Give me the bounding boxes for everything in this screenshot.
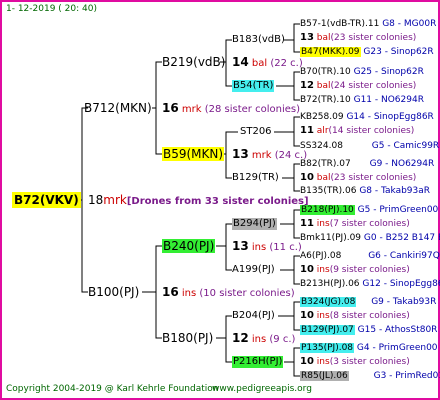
root-queen[interactable]: B72(VKV) bbox=[12, 192, 81, 208]
report-date: 1- 12-2019 ( 20: 40) bbox=[6, 4, 97, 14]
gen4-1-mother: B72(TR).10 G11 - NO6294R bbox=[300, 95, 424, 105]
gen4-2-parent: KB258.09 G14 - SinopEgg86R bbox=[300, 112, 434, 122]
gen4-0-drones: 13 bal(23 sister colonies) bbox=[300, 32, 417, 43]
gen4-6-drones: 10 ins(8 sister colonies) bbox=[300, 310, 410, 321]
gen4-0-parent: B57-1(vdB-TR).11 G8 - MG00R bbox=[300, 19, 437, 29]
queen-gen3-0[interactable]: B183(vdB) bbox=[232, 34, 285, 46]
gen4-2-mother: SS324.08 G5 - Camic99R bbox=[300, 141, 440, 151]
gen4-7-mother: R85(JL).06 G3 - PrimRed01 bbox=[300, 371, 440, 381]
gen4-1-parent: B70(TR).10 G25 - Sinop62R bbox=[300, 67, 424, 77]
gen2-2-drones: 13 ins (11 c.) bbox=[232, 239, 302, 253]
gen4-4-parent: B218(PJ).10 G5 - PrimGreen00 bbox=[300, 205, 439, 215]
queen-gen3-7[interactable]: P216H(PJ) bbox=[232, 356, 284, 368]
root-drone-info: 18mrk[Drones from 33 sister colonies] bbox=[88, 193, 309, 208]
gen4-4-drones: 11 ins(7 sister colonies) bbox=[300, 218, 410, 229]
queen-gen2-1[interactable]: B59(MKN) bbox=[162, 147, 225, 161]
queen-gen2-2[interactable]: B240(PJ) bbox=[162, 239, 216, 253]
queen-gen3-4[interactable]: B294(PJ) bbox=[232, 218, 277, 230]
queen-gen3-2[interactable]: ST206 bbox=[240, 126, 272, 138]
queen-gen3-6[interactable]: B204(PJ) bbox=[232, 310, 275, 322]
queen-gen2-3[interactable]: B180(PJ) bbox=[162, 331, 213, 345]
gen4-1-drones: 12 bal(24 sister colonies) bbox=[300, 80, 417, 91]
gen2-3-drones: 12 ins (9 c.) bbox=[232, 331, 296, 345]
queen-gen2-0[interactable]: B219(vdB) bbox=[162, 55, 225, 69]
gen4-6-mother: B129(PJ).07 G15 - AthosSt80R bbox=[300, 325, 438, 335]
gen4-5-mother: B213H(PJ).06 G12 - SinopEgg86R bbox=[300, 279, 440, 289]
queen-gen1-1[interactable]: B100(PJ) bbox=[88, 285, 139, 299]
gen2-1-drones: 13 mrk (24 c.) bbox=[232, 147, 308, 161]
gen4-3-parent: B82(TR).07 G9 - NO6294R bbox=[300, 159, 435, 169]
queen-gen3-5[interactable]: A199(PJ) bbox=[232, 264, 275, 276]
queen-gen1-0[interactable]: B712(MKN) bbox=[84, 101, 152, 115]
gen4-3-mother: B135(TR).06 G8 - Takab93aR bbox=[300, 186, 431, 196]
pedigree-chart: 1- 12-2019 ( 20: 40) Copyright 2004-2019… bbox=[0, 0, 440, 400]
queen-gen3-1[interactable]: B54(TR) bbox=[232, 80, 275, 92]
queen-gen3-3[interactable]: B129(TR) bbox=[232, 172, 279, 184]
gen4-2-drones: 11 alr(14 sister colonies) bbox=[300, 125, 415, 136]
website-link[interactable]: www.pedigreeapis.org bbox=[212, 383, 312, 395]
gen4-6-parent: B324(JG).08 G9 - Takab93R bbox=[300, 297, 437, 307]
gen4-5-parent: A6(PJ).08 G6 - Cankiri97Q bbox=[300, 251, 440, 261]
root-drone-unit: mrk bbox=[103, 193, 127, 207]
gen4-3-drones: 10 bal(23 sister colonies) bbox=[300, 172, 417, 183]
gen4-7-parent: P135(PJ).08 G4 - PrimGreen00 bbox=[300, 343, 438, 353]
gen4-0-mother: B47(MKK).09 G23 - Sinop62R bbox=[300, 47, 434, 57]
gen1-1-drones: 16 ins (10 sister colonies) bbox=[162, 285, 295, 299]
gen2-0-drones: 14 bal (22 c.) bbox=[232, 55, 303, 69]
gen4-7-drones: 10 ins(3 sister colonies) bbox=[300, 356, 410, 367]
root-drone-note: [Drones from 33 sister colonies] bbox=[126, 196, 309, 207]
gen4-5-drones: 10 ins(9 sister colonies) bbox=[300, 264, 410, 275]
root-drone-count: 18 bbox=[88, 193, 104, 207]
copyright-text: Copyright 2004-2019 @ Karl Kehrle Founda… bbox=[6, 384, 219, 394]
gen4-4-mother: Bmk11(PJ).09 G0 - B252 B147 B bbox=[300, 233, 440, 243]
gen1-0-drones: 16 mrk (28 sister colonies) bbox=[162, 101, 300, 115]
